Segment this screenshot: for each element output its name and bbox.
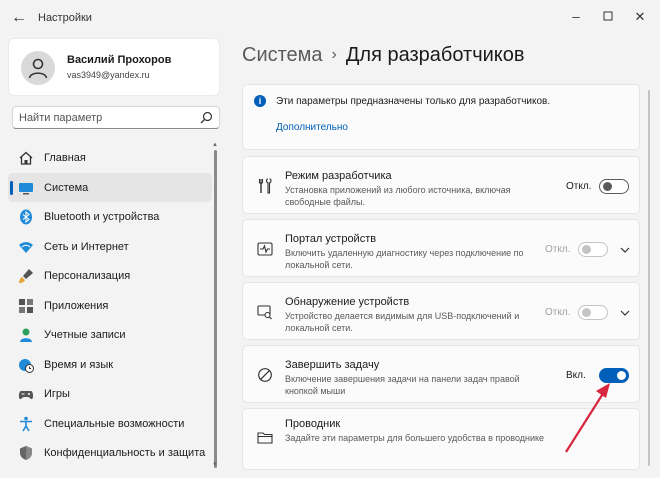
breadcrumb: Система › Для разработчиков (242, 44, 525, 67)
toggle-state-label: Вкл. (566, 370, 586, 381)
title-bar: ← Настройки – ✕ (0, 0, 660, 36)
setting-title: Обнаружение устройств (285, 296, 410, 308)
sidebar-item-accounts[interactable]: Учетные записи (8, 320, 212, 350)
sidebar-item-label: Время и язык (44, 358, 114, 371)
sidebar-scrollbar[interactable] (214, 150, 217, 468)
scroll-up-icon[interactable]: ▲ (212, 142, 218, 148)
sidebar-item-label: Главная (44, 152, 86, 164)
person-icon (28, 58, 48, 79)
search-icon[interactable] (200, 111, 213, 124)
setting-developer-mode[interactable]: Режим разработчика Установка приложений … (242, 156, 640, 214)
toggle-state-label: Откл. (545, 244, 571, 255)
block-icon (258, 368, 272, 382)
sidebar-item-network[interactable]: Сеть и Интернет (8, 232, 212, 262)
sidebar-item-bluetooth[interactable]: Bluetooth и устройства (8, 202, 212, 232)
setting-device-portal[interactable]: Портал устройств Включить удаленную диаг… (242, 219, 640, 277)
toggle-state-label: Откл. (566, 181, 592, 192)
setting-description: Включить удаленную диагностику через под… (285, 248, 524, 270)
sidebar-nav: Главная Система Bluetooth и устройства С… (8, 143, 212, 468)
sidebar-item-label: Приложения (44, 299, 109, 312)
sidebar-item-personalization[interactable]: Персонализация (8, 261, 212, 291)
accessibility-icon (20, 416, 32, 431)
developer-mode-toggle[interactable] (599, 179, 629, 194)
sidebar-item-privacy[interactable]: Конфиденциальность и защита (8, 438, 212, 468)
setting-end-task[interactable]: Завершить задачу Включение завершения за… (242, 345, 640, 403)
wifi-icon (19, 241, 33, 253)
sidebar-item-home[interactable]: Главная (8, 143, 212, 173)
avatar (21, 51, 55, 85)
globe-clock-icon (19, 358, 34, 373)
sidebar-item-system[interactable]: Система (8, 172, 212, 202)
gamepad-icon (18, 391, 34, 400)
content-scrollbar[interactable] (648, 90, 650, 466)
scroll-down-icon[interactable]: ▼ (212, 462, 218, 468)
profile-name: Василий Прохоров (67, 54, 172, 66)
setting-description: Устройство делается видимым для USB-подк… (285, 311, 520, 333)
info-icon: i (254, 95, 266, 107)
toggle-knob (582, 308, 591, 317)
sidebar-item-label: Конфиденциальность и защита (44, 447, 206, 459)
sidebar-item-label: Специальные возможности (44, 417, 185, 430)
search-box[interactable] (12, 106, 220, 129)
chevron-down-icon[interactable] (619, 244, 631, 256)
toggle-knob (582, 245, 591, 254)
chevron-down-icon[interactable] (619, 307, 631, 319)
person-icon (20, 328, 32, 342)
brush-icon (19, 269, 33, 283)
setting-description: Задайте эти параметры для большего удобс… (285, 433, 545, 443)
shield-icon (20, 446, 32, 460)
profile-card[interactable]: Василий Прохоров vas3949@yandex.ru (8, 38, 220, 96)
sidebar-item-label: Игры (44, 388, 70, 400)
home-icon (19, 151, 33, 165)
setting-title: Завершить задачу (285, 359, 380, 371)
device-search-icon (257, 305, 272, 320)
folder-icon (257, 432, 273, 444)
more-info-link[interactable]: Дополнительно (276, 122, 348, 133)
app-title: Настройки (38, 12, 92, 24)
device-portal-toggle (578, 242, 608, 257)
page-title: Для разработчиков (345, 44, 525, 66)
toggle-knob (617, 371, 626, 380)
end-task-toggle[interactable] (599, 368, 629, 383)
active-indicator (10, 180, 13, 195)
sidebar-item-label: Учетные записи (44, 329, 126, 341)
apps-icon (19, 298, 33, 313)
sidebar-item-label: Bluetooth и устройства (44, 211, 160, 223)
breadcrumb-separator: › (331, 46, 337, 63)
search-input[interactable] (19, 110, 195, 126)
arrow-left-icon[interactable]: ← (8, 7, 30, 29)
info-card (242, 84, 640, 150)
setting-title: Проводник (285, 418, 341, 430)
sidebar-item-gaming[interactable]: Игры (8, 379, 212, 409)
tools-icon (258, 178, 272, 194)
setting-title: Портал устройств (285, 233, 377, 245)
profile-email: vas3949@yandex.ru (67, 70, 150, 80)
sidebar-item-accessibility[interactable]: Специальные возможности (8, 409, 212, 439)
info-text: Эти параметры предназначены только для р… (276, 96, 551, 107)
setting-description: Включение завершения задачи на панели за… (285, 374, 520, 396)
setting-file-explorer[interactable]: Проводник Задайте эти параметры для боль… (242, 408, 640, 470)
device-discovery-toggle (578, 305, 608, 320)
toggle-knob (603, 182, 612, 191)
sidebar-item-label: Сеть и Интернет (44, 240, 129, 253)
bluetooth-icon (20, 209, 32, 225)
sidebar-item-label: Система (44, 181, 89, 194)
setting-title: Режим разработчика (285, 170, 392, 182)
sidebar-item-time-language[interactable]: Время и язык (8, 350, 212, 380)
display-icon (19, 182, 33, 194)
breadcrumb-parent[interactable]: Система (242, 44, 323, 66)
sidebar-item-apps[interactable]: Приложения (8, 291, 212, 321)
setting-description: Установка приложений из любого источника… (285, 185, 511, 207)
toggle-state-label: Откл. (545, 307, 571, 318)
sidebar-item-label: Персонализация (44, 270, 131, 282)
minimize-icon[interactable]: – (562, 6, 590, 28)
maximize-icon[interactable] (594, 6, 622, 28)
setting-device-discovery[interactable]: Обнаружение устройств Устройство делаетс… (242, 282, 640, 340)
close-icon[interactable]: ✕ (626, 6, 654, 28)
pulse-icon (257, 242, 273, 256)
